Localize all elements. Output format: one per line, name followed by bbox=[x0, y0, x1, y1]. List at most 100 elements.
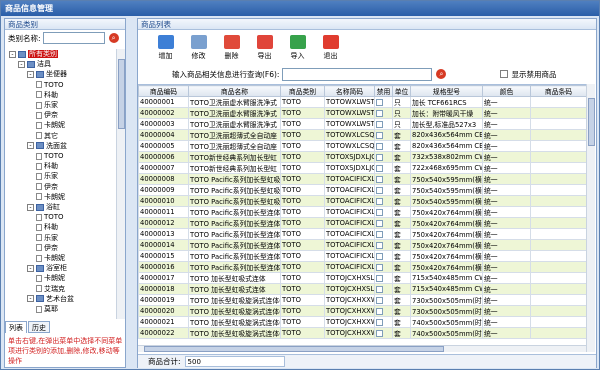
import-button[interactable]: 导入 bbox=[282, 33, 313, 63]
tree-node[interactable]: - 坐便器 bbox=[27, 69, 67, 79]
disabled-checkbox[interactable] bbox=[376, 263, 383, 271]
disabled-checkbox[interactable] bbox=[376, 186, 383, 194]
tree-node[interactable]: 艾瑞克 bbox=[36, 284, 65, 294]
collapse-icon[interactable]: - bbox=[27, 295, 34, 303]
column-header[interactable]: 单位 bbox=[392, 85, 411, 97]
disabled-checkbox[interactable] bbox=[376, 164, 383, 172]
disabled-checkbox[interactable] bbox=[376, 219, 383, 227]
table-row[interactable]: 40000021 TOTO 加长型虹吸旋涡式连体(TOTO TOTOJCXHXXW 套… bbox=[138, 316, 586, 328]
tree-scrollbar[interactable] bbox=[116, 49, 125, 319]
disabled-checkbox[interactable] bbox=[376, 142, 383, 150]
table-row[interactable]: 40000004 TOTO卫洗丽超薄式全自动座 TOTO TOTOWXLCSQZ 套 82… bbox=[138, 129, 586, 141]
tree-node[interactable]: 卡朗妮 bbox=[36, 273, 65, 283]
product-grid[interactable]: 商品编码 商品名称 商品类别 名称简码 禁用 单位 规格型号 颜色 商品条码 40000001 T… bbox=[138, 84, 586, 352]
tree-node[interactable]: 乐家 bbox=[36, 233, 58, 243]
disabled-checkbox[interactable] bbox=[376, 197, 383, 205]
disabled-checkbox[interactable] bbox=[376, 285, 383, 293]
tree-node[interactable]: 科勒 bbox=[36, 90, 58, 100]
disabled-checkbox[interactable] bbox=[376, 175, 383, 183]
disabled-checkbox[interactable] bbox=[376, 329, 383, 337]
tree-scrollbar-thumb[interactable] bbox=[118, 59, 125, 129]
table-row[interactable]: 40000010 TOTO Pacific系列加长型虹吸 TOTO TOTOACIFI… bbox=[138, 195, 586, 207]
tree-node[interactable]: TOTO bbox=[36, 151, 64, 161]
tree-node[interactable]: - 浴室柜 bbox=[27, 263, 67, 273]
tree-node[interactable]: 其它 bbox=[36, 131, 58, 141]
tree-node[interactable]: - 所有类别 bbox=[9, 49, 58, 59]
table-row[interactable]: 40000011 TOTO Pacific系列加长型连体 TOTO TOTOACIFI… bbox=[138, 206, 586, 218]
category-search-input[interactable] bbox=[42, 32, 105, 44]
tree-node[interactable]: 科勒 bbox=[36, 222, 58, 232]
export-button[interactable]: 导出 bbox=[249, 33, 280, 63]
tab-history[interactable]: 历史 bbox=[28, 321, 50, 333]
tree-node[interactable]: 卡朗妮 bbox=[36, 120, 65, 130]
table-row[interactable]: 40000007 TOTO新世经典系列加长型虹 TOTO TOTOXSJDXLJC 套 7… bbox=[138, 162, 586, 174]
column-header[interactable]: 商品名称 bbox=[188, 85, 281, 97]
disabled-checkbox[interactable] bbox=[376, 296, 383, 304]
disabled-checkbox[interactable] bbox=[376, 241, 383, 249]
collapse-icon[interactable]: - bbox=[9, 50, 16, 58]
tree-node[interactable]: TOTO bbox=[36, 80, 64, 90]
column-header[interactable]: 禁用 bbox=[374, 85, 393, 97]
table-row[interactable]: 40000006 TOTO新世经典系列加长型虹 TOTO TOTOXSJDXLJC 套 7… bbox=[138, 151, 586, 163]
table-row[interactable]: 40000020 TOTO 加长型虹吸旋涡式连体(TOTO TOTOJCXHXXW 套… bbox=[138, 305, 586, 317]
collapse-icon[interactable]: - bbox=[27, 203, 34, 211]
disabled-checkbox[interactable] bbox=[376, 98, 383, 106]
table-row[interactable]: 40000005 TOTO卫洗丽超薄式全自动座 TOTO TOTOWXLCSQZ 套 82… bbox=[138, 140, 586, 152]
table-row[interactable]: 40000018 TOTO 加长型虹吸式连体 TOTO TOTOJCXHXSL 套 715… bbox=[138, 283, 586, 295]
exit-button[interactable]: 退出 bbox=[315, 33, 346, 63]
collapse-icon[interactable]: - bbox=[27, 142, 34, 150]
column-header[interactable]: 商品条码 bbox=[530, 85, 586, 97]
column-header[interactable]: 商品编码 bbox=[138, 85, 189, 97]
show-disabled-checkbox[interactable] bbox=[500, 70, 509, 78]
table-row[interactable]: 40000015 TOTO Pacific系列加长型连体 TOTO TOTOACIFI… bbox=[138, 250, 586, 262]
disabled-checkbox[interactable] bbox=[376, 120, 383, 128]
tree-node[interactable]: 莫耶 bbox=[36, 304, 58, 314]
column-header[interactable]: 规格型号 bbox=[410, 85, 483, 97]
disabled-checkbox[interactable] bbox=[376, 131, 383, 139]
tree-node[interactable]: - 浴缸 bbox=[27, 202, 60, 212]
disabled-checkbox[interactable] bbox=[376, 109, 383, 117]
disabled-checkbox[interactable] bbox=[376, 230, 383, 238]
tree-node[interactable]: 乐家 bbox=[36, 100, 58, 110]
column-header[interactable]: 商品类别 bbox=[280, 85, 325, 97]
tree-node[interactable]: 卡朗妮 bbox=[36, 192, 65, 202]
query-search-icon[interactable]: ⌕ bbox=[436, 69, 447, 79]
table-row[interactable]: 40000016 TOTO Pacific系列加长型连体 TOTO TOTOACIFI… bbox=[138, 261, 586, 273]
table-row[interactable]: 40000002 TOTO卫洗丽虚水臂服洗净式 TOTO TOTOWXLWSTB 只加长… bbox=[138, 107, 586, 119]
tree-node[interactable]: 卡朗妮 bbox=[36, 253, 65, 263]
add-button[interactable]: 增加 bbox=[150, 33, 181, 63]
table-row[interactable]: 40000022 TOTO 加长型虹吸旋涡式连体(TOTO TOTOJCXHXXW 套… bbox=[138, 327, 586, 339]
table-row[interactable]: 40000009 TOTO Pacific系列加长型虹吸 TOTO TOTOACIFI… bbox=[138, 184, 586, 196]
disabled-checkbox[interactable] bbox=[376, 318, 383, 326]
delete-button[interactable]: 删除 bbox=[216, 33, 247, 63]
edit-button[interactable]: 修改 bbox=[183, 33, 214, 63]
disabled-checkbox[interactable] bbox=[376, 274, 383, 282]
table-row[interactable]: 40000014 TOTO Pacific系列加长型连体 TOTO TOTOACIFI… bbox=[138, 239, 586, 251]
table-row[interactable]: 40000013 TOTO Pacific系列加长型连体 TOTO TOTOACIFI… bbox=[138, 228, 586, 240]
table-row[interactable]: 40000008 TOTO Pacific系列加长型虹吸 TOTO TOTOACIFI… bbox=[138, 173, 586, 185]
disabled-checkbox[interactable] bbox=[376, 252, 383, 260]
tree-node[interactable]: 伊奈 bbox=[36, 243, 58, 253]
tree-node[interactable]: 科勒 bbox=[36, 161, 58, 171]
table-row[interactable]: 40000003 TOTO卫洗丽虚水臂服洗净式 TOTO TOTOWXLWSTB 只加长… bbox=[138, 118, 586, 130]
disabled-checkbox[interactable] bbox=[376, 307, 383, 315]
collapse-icon[interactable]: - bbox=[18, 60, 25, 68]
tab-list[interactable]: 列表 bbox=[5, 321, 27, 333]
column-header[interactable]: 名称简码 bbox=[324, 85, 375, 97]
tree-node[interactable]: - 洁具 bbox=[18, 59, 51, 69]
tree-node[interactable]: 伊奈 bbox=[36, 110, 58, 120]
collapse-icon[interactable]: - bbox=[27, 264, 34, 272]
tree-node[interactable]: TOTO bbox=[36, 212, 64, 222]
tree-node[interactable]: - 艺术台盆 bbox=[27, 294, 74, 304]
query-input[interactable] bbox=[282, 67, 433, 81]
disabled-checkbox[interactable] bbox=[376, 153, 383, 161]
tree-node[interactable]: - 洗面盆 bbox=[27, 141, 67, 151]
category-tree[interactable]: - 所有类别 - 洁具 - 坐便器 TOTO 科勒 乐家 伊奈 卡朗妮 其它 - 洗面盆 TOTO 科勒 乐家伊… bbox=[5, 49, 117, 319]
collapse-icon[interactable]: - bbox=[27, 70, 34, 78]
table-row[interactable]: 40000012 TOTO Pacific系列加长型连体 TOTO TOTOACIFI… bbox=[138, 217, 586, 229]
grid-hscrollbar[interactable] bbox=[138, 345, 586, 352]
table-row[interactable]: 40000017 TOTO 加长型虹吸式连体 TOTO TOTOJCXHXSL 套 715… bbox=[138, 272, 586, 284]
tree-node[interactable]: 伊奈 bbox=[36, 182, 58, 192]
grid-hscrollbar-thumb[interactable] bbox=[144, 346, 444, 352]
disabled-checkbox[interactable] bbox=[376, 208, 383, 216]
